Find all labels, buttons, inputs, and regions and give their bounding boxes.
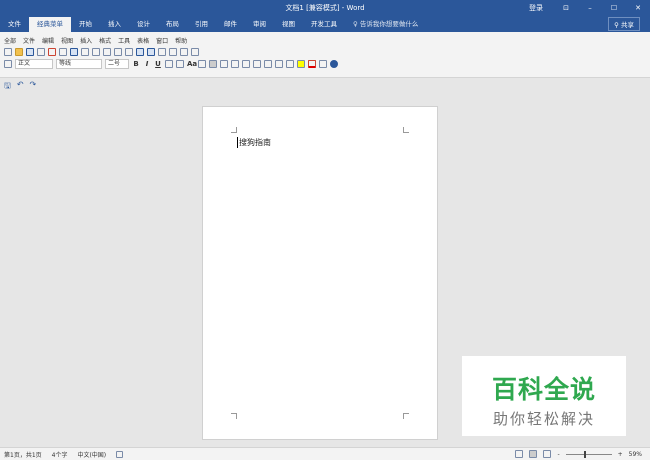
ribbon: 全部 文件 编辑 视图 插入 格式 工具 表格 窗口 帮助 正文 等线 二号 B	[0, 32, 650, 78]
menu-window[interactable]: 窗口	[156, 36, 168, 45]
login-button[interactable]: 登录	[518, 3, 554, 13]
char-border-icon[interactable]	[165, 60, 173, 68]
ribbon-tabs: 文件 经典菜单 开始 插入 设计 布局 引用 邮件 审阅 视图 开发工具 ♀ 告…	[0, 15, 650, 32]
tab-design[interactable]: 设计	[129, 17, 158, 32]
status-bar: 第1页，共1页 4个字 中文(中国) - + 59%	[0, 447, 650, 460]
tab-view[interactable]: 视图	[274, 17, 303, 32]
close-button[interactable]: ✕	[626, 4, 650, 12]
macro-icon[interactable]	[116, 450, 124, 458]
print-layout-icon[interactable]	[529, 450, 538, 458]
person-icon: ⚲	[614, 21, 621, 29]
tell-me-label: 告诉我你想要做什么	[359, 20, 419, 28]
title-bar: 文档1 [兼容模式] - Word 登录 ⊡ – ☐ ✕	[0, 0, 650, 15]
print-icon[interactable]	[70, 48, 78, 56]
menu-insert[interactable]: 插入	[80, 36, 92, 45]
watermark: 百科全说 助你轻松解决	[462, 356, 626, 436]
tab-insert[interactable]: 插入	[100, 17, 129, 32]
open-icon[interactable]	[15, 48, 23, 56]
table-icon[interactable]	[158, 48, 166, 56]
copy-icon[interactable]	[103, 48, 111, 56]
zoom-slider-thumb[interactable]	[583, 450, 586, 458]
align-center-icon[interactable]	[209, 60, 217, 68]
help-icon[interactable]	[330, 60, 338, 68]
menu-tools[interactable]: 工具	[118, 36, 130, 45]
font-size-select[interactable]: 二号	[105, 59, 129, 69]
styles-icon[interactable]	[4, 60, 12, 68]
menu-table[interactable]: 表格	[137, 36, 149, 45]
char-shading-icon[interactable]	[176, 60, 184, 68]
format-painter-icon[interactable]	[125, 48, 133, 56]
watermark-subtitle: 助你轻松解决	[492, 410, 595, 428]
change-case-button[interactable]: Aa	[187, 60, 197, 68]
tab-developer[interactable]: 开发工具	[303, 17, 345, 32]
zoom-level[interactable]: 59%	[629, 451, 642, 458]
menu-help[interactable]: 帮助	[175, 36, 187, 45]
tab-review[interactable]: 审阅	[245, 17, 274, 32]
sort-icon[interactable]	[286, 60, 294, 68]
share-label: 共享	[621, 21, 634, 29]
shapes-icon[interactable]	[191, 48, 199, 56]
read-mode-icon[interactable]	[515, 450, 524, 458]
highlight-icon[interactable]	[297, 60, 305, 68]
align-left-icon[interactable]	[198, 60, 206, 68]
maximize-button[interactable]: ☐	[602, 4, 626, 12]
columns-icon[interactable]	[169, 48, 177, 56]
tab-layout[interactable]: 布局	[158, 17, 187, 32]
text-effects-icon[interactable]	[319, 60, 327, 68]
save-icon[interactable]	[26, 48, 34, 56]
new-icon[interactable]	[4, 48, 12, 56]
print-preview-icon[interactable]	[59, 48, 67, 56]
indent-icon[interactable]	[275, 60, 283, 68]
style-select[interactable]: 正文	[15, 59, 53, 69]
line-spacing-icon[interactable]	[242, 60, 250, 68]
underline-button[interactable]: U	[154, 60, 162, 68]
tab-mailings[interactable]: 邮件	[216, 17, 245, 32]
menu-all[interactable]: 全部	[4, 36, 16, 45]
watermark-title: 百科全说	[491, 375, 596, 404]
zoom-in-button[interactable]: +	[618, 451, 623, 458]
font-color-icon[interactable]	[308, 60, 316, 68]
lightbulb-icon: ♀	[353, 20, 360, 28]
align-right-icon[interactable]	[220, 60, 228, 68]
zoom-slider[interactable]	[565, 450, 612, 458]
document-text[interactable]: 搜狗指南	[237, 137, 271, 148]
tab-classic-menu[interactable]: 经典菜单	[29, 17, 71, 32]
bullets-icon[interactable]	[253, 60, 261, 68]
web-layout-icon[interactable]	[543, 450, 552, 458]
menu-format[interactable]: 格式	[99, 36, 111, 45]
ribbon-display-button[interactable]: ⊡	[554, 4, 578, 12]
zoom-icon[interactable]	[180, 48, 188, 56]
spelling-icon[interactable]	[81, 48, 89, 56]
page-count[interactable]: 第1页，共1页	[4, 450, 42, 459]
numbering-icon[interactable]	[264, 60, 272, 68]
pdf-icon[interactable]	[48, 48, 56, 56]
menu-view[interactable]: 视图	[61, 36, 73, 45]
word-count[interactable]: 4个字	[52, 450, 68, 459]
tab-home[interactable]: 开始	[71, 17, 100, 32]
undo-icon[interactable]	[136, 48, 144, 56]
paste-icon[interactable]	[114, 48, 122, 56]
share-button[interactable]: ⚲ 共享	[608, 17, 640, 31]
language[interactable]: 中文(中国)	[77, 450, 106, 459]
cut-icon[interactable]	[92, 48, 100, 56]
font-select[interactable]: 等线	[56, 59, 102, 69]
qat-redo-button[interactable]: ↷	[30, 80, 37, 94]
qat-undo-button[interactable]: ↶	[17, 80, 24, 94]
menu-file[interactable]: 文件	[23, 36, 35, 45]
qat-save-button[interactable]: 🖫	[4, 80, 11, 94]
tab-file[interactable]: 文件	[0, 17, 29, 32]
tell-me-search[interactable]: ♀ 告诉我你想要做什么	[345, 17, 418, 32]
zoom-out-button[interactable]: -	[557, 451, 559, 458]
bold-button[interactable]: B	[132, 60, 140, 68]
document-page[interactable]: 搜狗指南	[202, 106, 438, 440]
minimize-button[interactable]: –	[578, 4, 602, 12]
redo-icon[interactable]	[147, 48, 155, 56]
permission-icon[interactable]	[37, 48, 45, 56]
italic-button[interactable]: I	[143, 60, 151, 68]
justify-icon[interactable]	[231, 60, 239, 68]
tab-references[interactable]: 引用	[187, 17, 216, 32]
quick-access-toolbar: 🖫 ↶ ↷	[4, 80, 36, 94]
menu-edit[interactable]: 编辑	[42, 36, 54, 45]
